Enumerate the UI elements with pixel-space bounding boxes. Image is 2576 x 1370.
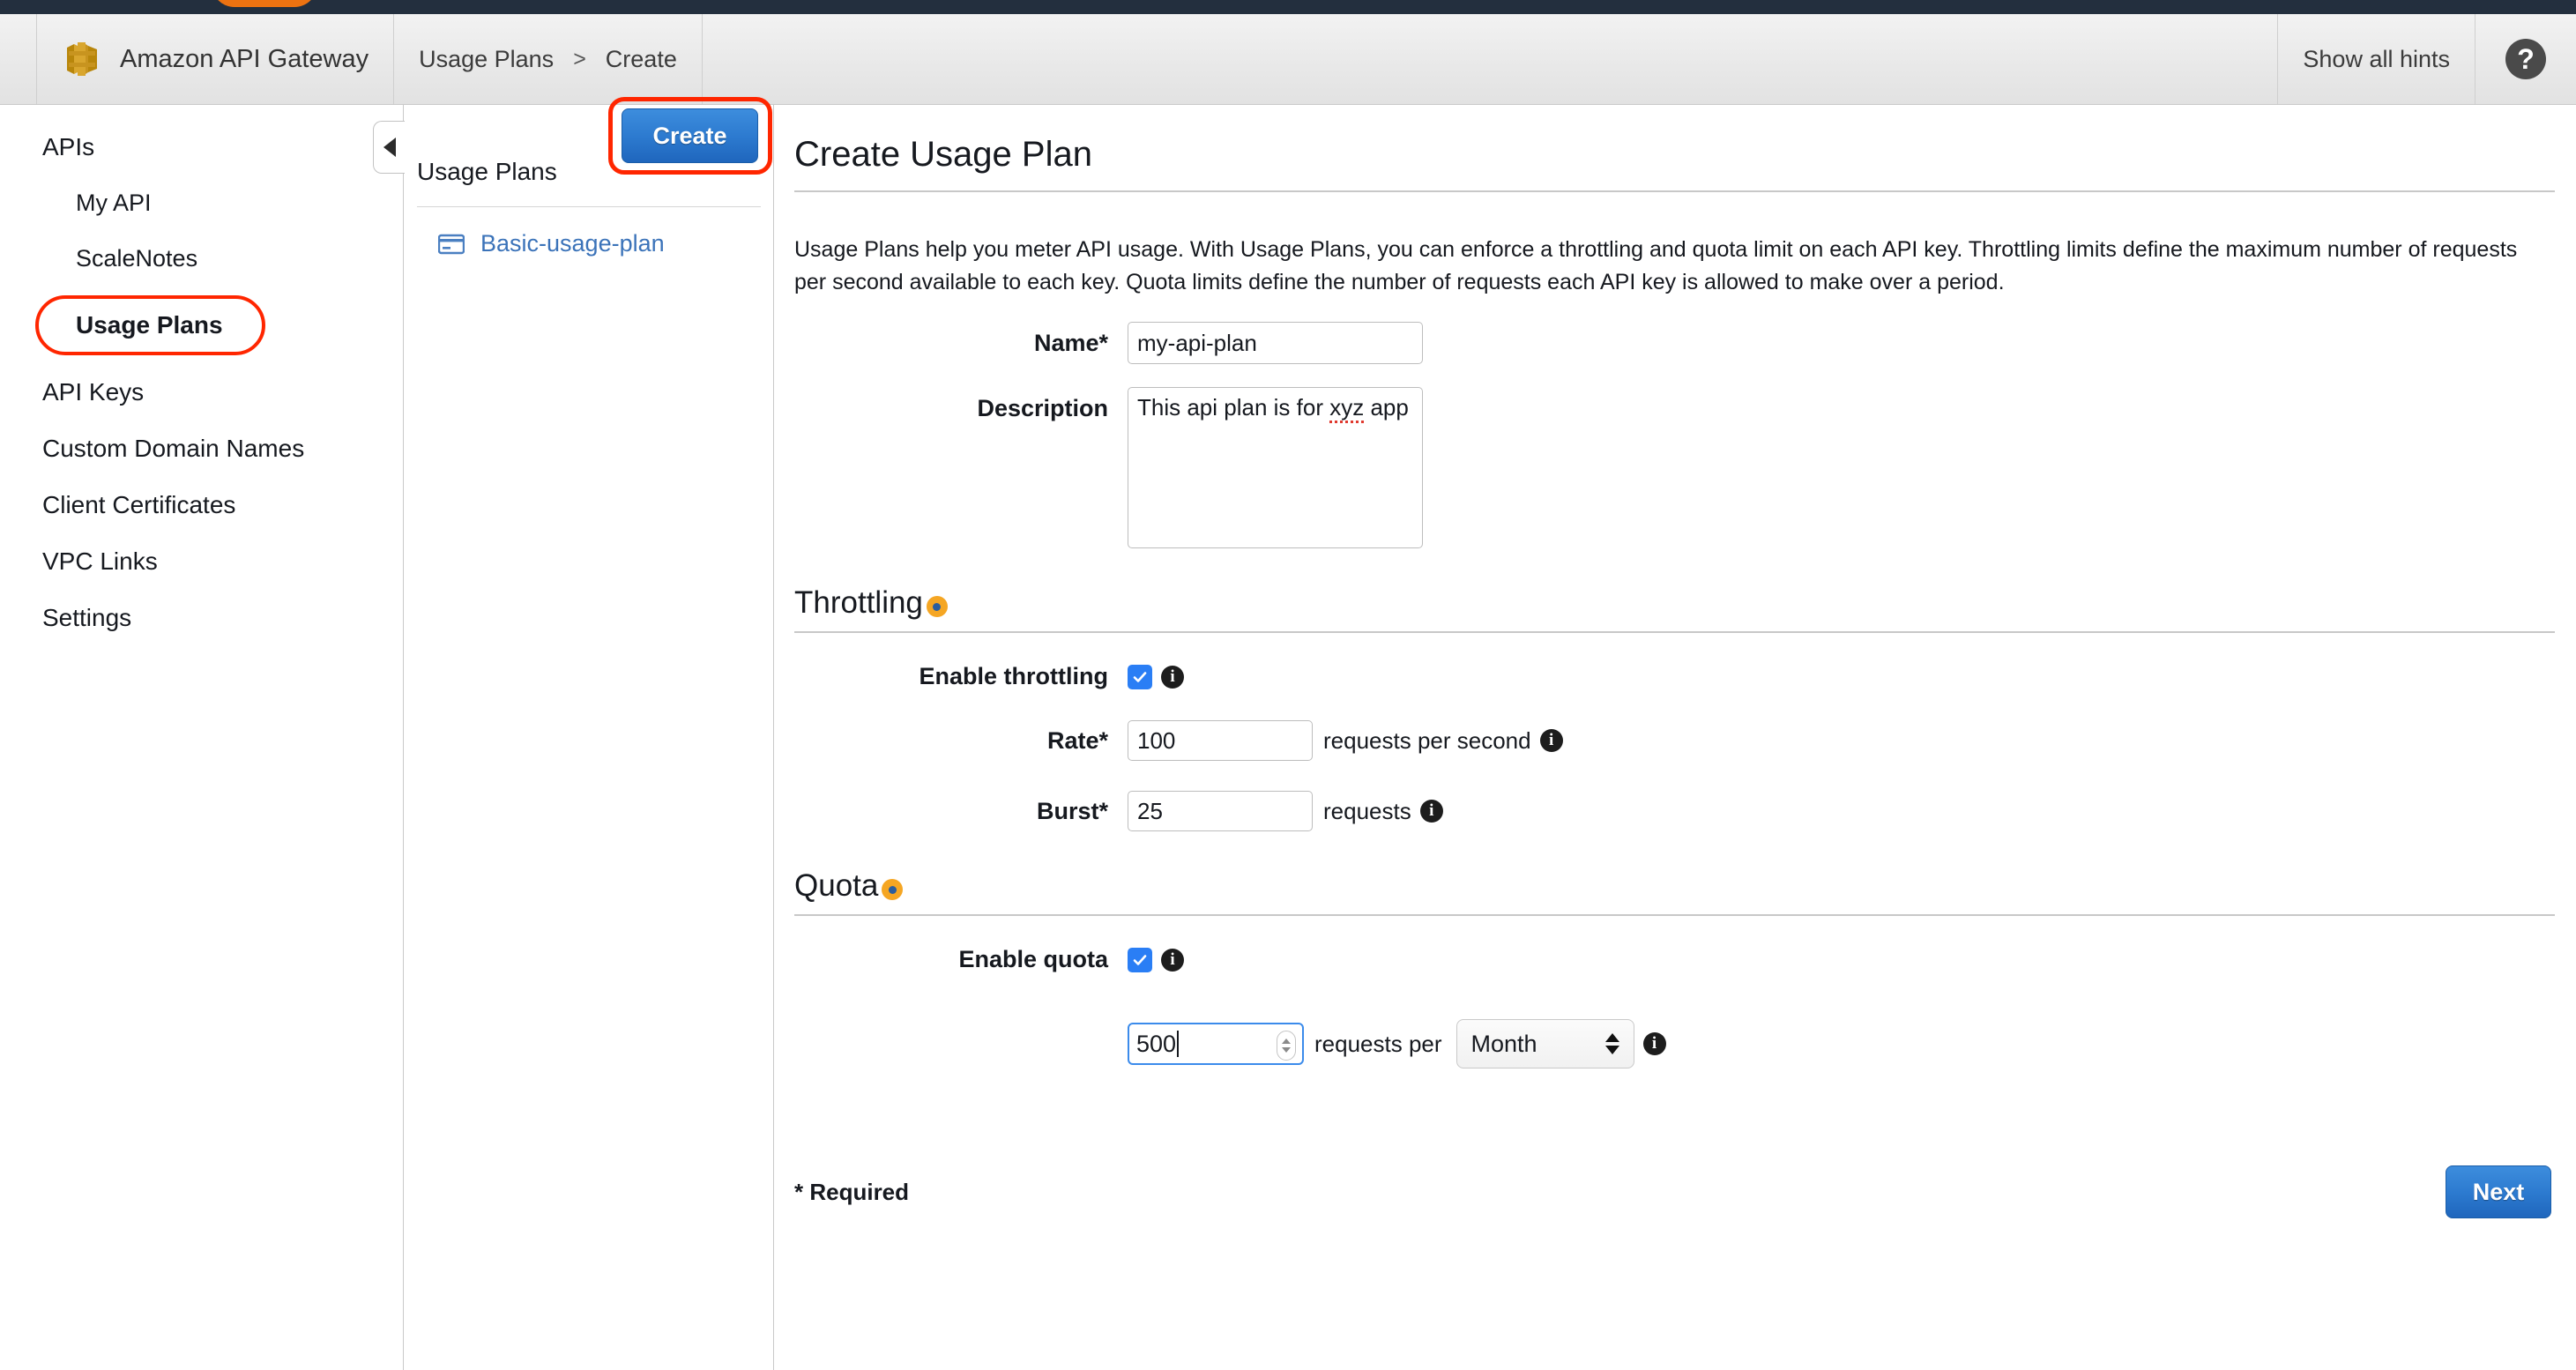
enable-throttling-label: Enable throttling [919, 663, 1108, 689]
description-textarea[interactable]: This api plan is for xyz app [1128, 387, 1423, 548]
service-brand[interactable]: Amazon API Gateway [37, 14, 395, 104]
quota-section-divider [794, 914, 2555, 916]
rate-label: Rate* [1046, 726, 1108, 754]
service-name-label: Amazon API Gateway [120, 44, 369, 73]
description-misspelled-word: xyz [1329, 394, 1365, 423]
quota-section-header: Quota [794, 868, 2555, 904]
enable-throttling-row: Enable throttling i [794, 663, 2555, 690]
sidebar-item-api-keys[interactable]: API Keys [0, 364, 403, 421]
burst-row: Burst* requests i [794, 791, 2555, 831]
enable-throttling-info-icon[interactable]: i [1161, 665, 1184, 689]
requests-per-label: requests per [1314, 1030, 1442, 1057]
quota-period-select[interactable]: Month [1456, 1019, 1634, 1068]
aws-console-topbar [0, 0, 2576, 14]
throttling-section-header: Throttling [794, 585, 2555, 621]
sidebar-item-custom-domain-names[interactable]: Custom Domain Names [0, 421, 403, 477]
quota-amount-stepper[interactable] [1277, 1031, 1296, 1061]
title-divider [794, 190, 2555, 192]
list-item[interactable]: Basic-usage-plan [405, 220, 774, 268]
text-cursor [1177, 1031, 1180, 1057]
name-input[interactable] [1128, 322, 1423, 364]
rate-row: Rate* requests per second i [794, 720, 2555, 761]
rate-info-icon[interactable]: i [1539, 729, 1563, 752]
name-field-row: Name* [794, 322, 2555, 364]
description-text-before: This api plan is for [1137, 394, 1330, 421]
sidebar-item-settings[interactable]: Settings [0, 590, 403, 646]
burst-info-icon[interactable]: i [1419, 800, 1443, 823]
list-panel-title: Usage Plans [417, 158, 557, 185]
burst-unit-label: requests [1323, 797, 1411, 824]
enable-quota-checkbox[interactable] [1128, 947, 1152, 972]
page-description: Usage Plans help you meter API usage. Wi… [794, 237, 2518, 294]
create-button[interactable]: Create [622, 108, 758, 163]
api-gateway-logo-icon [62, 39, 102, 79]
sidebar-item-apis[interactable]: APIs [0, 119, 403, 175]
throttling-section-title: Throttling [794, 585, 923, 620]
service-header: Amazon API Gateway Usage Plans > Create … [0, 14, 2576, 105]
sidebar-collapse-button[interactable] [373, 121, 405, 174]
show-all-hints-button[interactable]: Show all hints [2278, 14, 2475, 104]
header-left-spacer [0, 14, 37, 104]
breadcrumb-root-link[interactable]: Usage Plans [419, 46, 554, 73]
quota-amount-row: 500 requests per Month i [794, 1019, 2555, 1068]
rate-unit-label: requests per second [1323, 726, 1531, 754]
description-label: Description [977, 395, 1108, 421]
hint-dot-icon[interactable] [882, 879, 904, 900]
throttling-section-divider [794, 631, 2555, 633]
enable-quota-info-icon[interactable]: i [1161, 948, 1184, 972]
burst-label: Burst* [1036, 797, 1108, 824]
show-all-hints-label: Show all hints [2303, 45, 2450, 72]
page-title: Create Usage Plan [794, 135, 1092, 174]
sidebar-item-my-api[interactable]: My API [0, 175, 403, 231]
list-panel-divider [417, 206, 761, 207]
sidebar-item-scalenotes[interactable]: ScaleNotes [0, 231, 403, 287]
sidebar-item-client-certificates[interactable]: Client Certificates [0, 477, 403, 533]
breadcrumb: Usage Plans > Create [394, 14, 703, 104]
enable-quota-label: Enable quota [958, 946, 1108, 972]
select-arrows-icon [1604, 1033, 1619, 1054]
quota-amount-value: 500 [1136, 1030, 1177, 1057]
rate-input[interactable] [1128, 720, 1313, 761]
quota-section-title: Quota [794, 868, 879, 903]
form-footer: * Required Next [794, 1165, 2555, 1218]
usage-plan-list: Basic-usage-plan [405, 220, 774, 268]
sidebar-item-vpc-links[interactable]: VPC Links [0, 533, 403, 590]
sidebar-item-usage-plans-wrap: Usage Plans [0, 287, 403, 364]
name-label: Name* [1033, 330, 1108, 356]
next-button[interactable]: Next [2446, 1165, 2551, 1218]
stepper-down-icon[interactable] [1282, 1047, 1291, 1053]
sidebar-item-usage-plans[interactable]: Usage Plans [35, 295, 265, 355]
main-content: Create Usage Plan Usage Plans help you m… [775, 105, 2576, 1370]
help-button[interactable]: ? [2475, 14, 2576, 104]
required-note: * Required [794, 1178, 910, 1205]
quota-amount-input[interactable]: 500 [1128, 1023, 1304, 1065]
card-icon [437, 234, 465, 255]
hint-dot-icon[interactable] [926, 596, 948, 617]
quota-period-selected-value: Month [1470, 1030, 1537, 1057]
header-spacer [703, 14, 2279, 104]
enable-quota-row: Enable quota i [794, 946, 2555, 973]
list-item-label: Basic-usage-plan [480, 230, 665, 257]
aws-logo-arc-icon [212, 0, 317, 7]
usage-plans-list-panel: Usage Plans Basic-usage-plan [405, 105, 774, 1370]
breadcrumb-current: Create [605, 45, 677, 72]
question-mark-icon: ? [2505, 39, 2546, 79]
quota-period-info-icon[interactable]: i [1642, 1032, 1666, 1055]
description-text-after: app [1364, 394, 1409, 421]
breadcrumb-separator-icon: > [573, 46, 586, 71]
enable-throttling-checkbox[interactable] [1128, 664, 1152, 689]
stepper-up-icon[interactable] [1282, 1039, 1291, 1044]
chevron-left-icon [383, 138, 396, 157]
burst-input[interactable] [1128, 791, 1313, 831]
sidebar-nav: APIs My API ScaleNotes Usage Plans API K… [0, 105, 404, 1370]
description-field-row: Description This api plan is for xyz app [794, 387, 2555, 548]
